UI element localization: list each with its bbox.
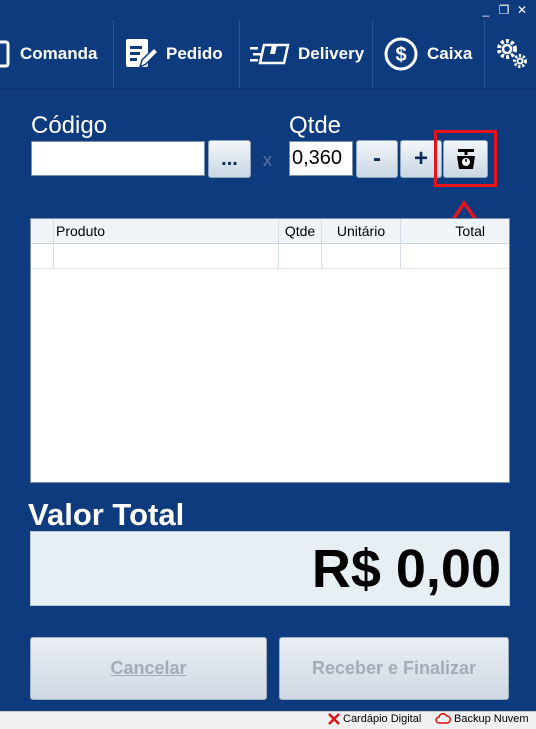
cardapio-label: Cardápio Digital [343,713,422,725]
valor-total-display: R$ 0,00 [30,531,510,606]
products-table: Produto Qtde Unitário Total [30,218,510,483]
main-toolbar: Comanda Pedido Delivery $ Caixa [0,20,536,88]
highlight-box [434,130,497,187]
column-header-total[interactable]: Total [401,219,509,243]
delivery-icon [250,43,290,65]
delivery-button[interactable]: Delivery [240,20,373,88]
restore-button[interactable]: ❐ [498,4,510,16]
comanda-icon [0,40,10,68]
caixa-label: Caixa [427,44,473,63]
column-header-produto[interactable]: Produto [54,219,279,243]
finish-label: Receber e Finalizar [311,658,477,678]
multiply-sign: x [263,150,272,170]
svg-text:$: $ [395,44,406,66]
backup-status[interactable]: Backup Nuvem [435,713,529,725]
qtde-label: Qtde [289,112,342,139]
dollar-icon: $ [384,37,418,71]
comanda-button[interactable]: Comanda [0,20,114,88]
delivery-label: Delivery [298,44,365,63]
column-header-qtde[interactable]: Qtde [279,219,322,243]
pedido-button[interactable]: Pedido [114,20,240,88]
status-bar: Cardápio Digital Backup Nuvem [0,711,536,729]
error-x-icon [328,713,340,725]
column-header-unitario[interactable]: Unitário [322,219,401,243]
order-edit-icon [126,39,158,69]
decrement-button[interactable]: - [356,140,398,178]
codigo-input[interactable] [31,141,205,176]
gears-icon [497,39,527,68]
codigo-label: Código [31,112,108,139]
valor-total-label: Valor Total [28,497,185,532]
cloud-sync-icon [435,713,451,724]
row-indicator-header [31,219,54,243]
caixa-button[interactable]: $ Caixa [373,20,485,88]
pedido-label: Pedido [166,44,223,63]
window-controls: _ ❐ ✕ [480,2,528,18]
cancel-label: Cancelar [110,658,187,678]
cardapio-status[interactable]: Cardápio Digital [328,713,421,725]
minimize-button[interactable]: _ [480,4,492,16]
close-button[interactable]: ✕ [516,4,528,16]
toolbar-divider [0,88,536,90]
table-row[interactable] [31,244,509,269]
qtde-input[interactable] [289,141,353,176]
browse-button[interactable]: ... [208,140,251,178]
finish-button[interactable]: Receber e Finalizar [279,637,509,700]
settings-button[interactable] [485,20,536,88]
comanda-label: Comanda [20,44,98,63]
table-header: Produto Qtde Unitário Total [31,219,509,244]
backup-label: Backup Nuvem [454,713,529,725]
cancel-button[interactable]: Cancelar [30,637,267,700]
